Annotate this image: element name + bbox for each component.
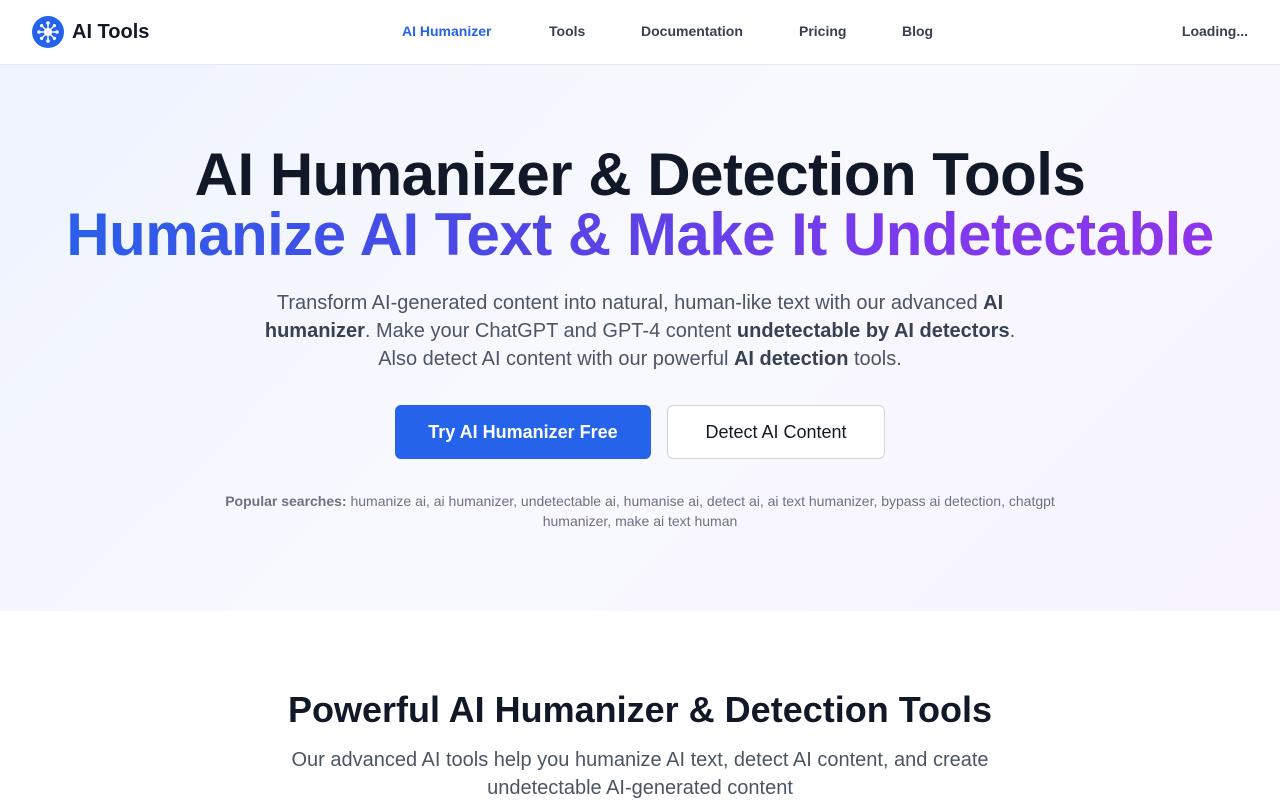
hero-section: AI Humanizer & Detection Tools Humanize …	[0, 65, 1280, 611]
main-nav: AI Humanizer Tools Documentation Pricing…	[0, 0, 1280, 64]
popular-searches-label: Popular searches:	[225, 493, 347, 509]
detect-ai-content-button[interactable]: Detect AI Content	[667, 405, 885, 459]
auth-status: Loading...	[1181, 23, 1248, 39]
hero-title-line2: Humanize AI Text & Make It Undetectable	[0, 205, 1280, 265]
hero-desc-bold-2: undetectable by AI detectors	[736, 320, 1010, 342]
hero-title-line1: AI Humanizer & Detection Tools	[194, 141, 1086, 208]
nav-tools[interactable]: Tools	[549, 23, 585, 39]
hero-desc-text-1: Transform AI-generated content into natu…	[276, 292, 984, 314]
features-description: Our advanced AI tools help you humanize …	[291, 749, 989, 799]
hero-desc-bold-3: AI detection	[733, 348, 849, 370]
try-ai-humanizer-button[interactable]: Try AI Humanizer Free	[395, 405, 651, 459]
nav-ai-humanizer[interactable]: AI Humanizer	[402, 23, 491, 39]
hero-title: AI Humanizer & Detection Tools Humanize …	[0, 145, 1280, 265]
hero-desc-text-2: . Make your ChatGPT and GPT-4 content	[364, 320, 737, 342]
hero-desc-text-4: tools.	[848, 348, 902, 370]
site-header: AI Tools AI Humanizer Tools Documentatio…	[0, 0, 1280, 65]
hero-description: Transform AI-generated content into natu…	[255, 289, 1025, 373]
features-title: Powerful AI Humanizer & Detection Tools	[287, 689, 993, 730]
popular-searches-terms: humanize ai, ai humanizer, undetectable …	[346, 493, 1055, 529]
nav-pricing[interactable]: Pricing	[799, 23, 846, 39]
nav-documentation[interactable]: Documentation	[641, 23, 743, 39]
nav-blog[interactable]: Blog	[902, 23, 933, 39]
popular-searches: Popular searches: humanize ai, ai humani…	[195, 491, 1085, 531]
